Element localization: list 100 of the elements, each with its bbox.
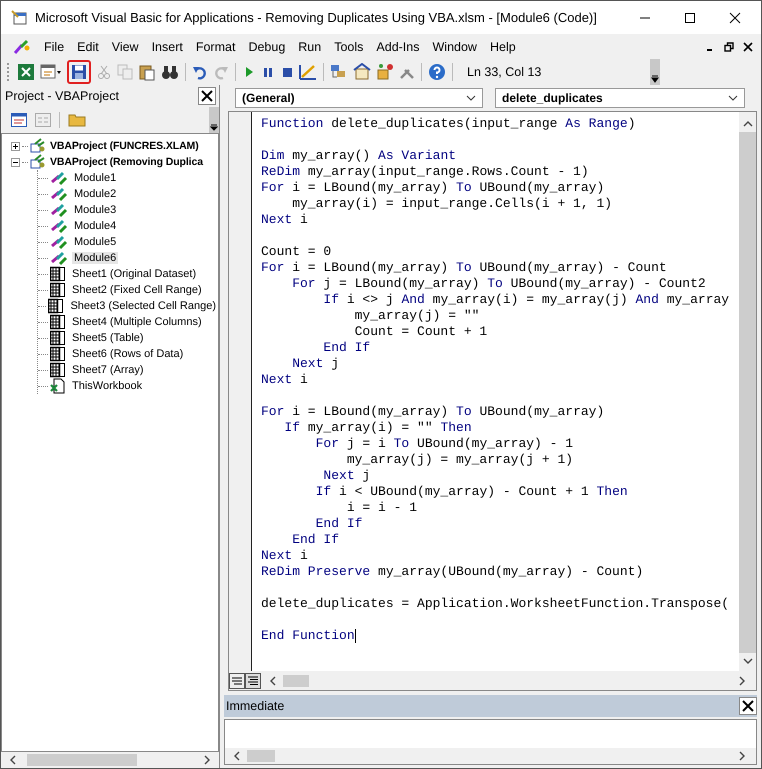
code-line: End Function <box>261 628 356 643</box>
save-button[interactable] <box>67 60 91 84</box>
dropdown-icon[interactable] <box>210 123 218 131</box>
stop-icon[interactable] <box>280 65 294 79</box>
tree-item[interactable]: VBAProject (Removing Duplica <box>48 156 203 168</box>
scroll-left-icon[interactable] <box>9 755 17 765</box>
full-module-view-icon[interactable] <box>245 672 261 688</box>
code-line: If i <> j And my_array(i) = my_array(j) And my_array <box>322 292 730 307</box>
scroll-thumb[interactable] <box>283 674 309 686</box>
pause-icon[interactable] <box>261 65 275 79</box>
code-line: Count = Count + 1 <box>354 324 488 339</box>
toolbar-options-icon[interactable] <box>650 59 660 85</box>
code-line: End If <box>291 532 340 547</box>
code-line: delete_duplicates = Application.WorksheetFunction.Transpose( <box>261 596 730 611</box>
procedure-dropdown[interactable]: delete_duplicates <box>495 88 745 108</box>
pane-title: Immediate <box>226 699 284 713</box>
tree-item[interactable]: Sheet3 (Selected Cell Range) <box>68 300 218 312</box>
scroll-up-icon[interactable] <box>742 120 752 128</box>
help-icon[interactable] <box>428 63 446 81</box>
module-icon <box>50 186 68 202</box>
code-line: End If <box>322 340 370 355</box>
tree-item[interactable]: Sheet1 (Original Dataset) <box>70 268 198 280</box>
menu-item[interactable]: View <box>112 40 139 54</box>
object-dropdown[interactable]: (General) <box>235 88 483 108</box>
app-icon <box>11 8 29 26</box>
module-icon <box>50 218 68 234</box>
properties-icon[interactable] <box>353 63 371 81</box>
tree-item[interactable]: Module2 <box>72 188 118 200</box>
scroll-right-icon[interactable] <box>203 755 211 765</box>
binoculars-icon[interactable] <box>161 63 179 81</box>
menu-item[interactable]: Debug <box>248 40 286 54</box>
menu-item[interactable]: Run <box>298 40 322 54</box>
code-line: my_array(j) = "" <box>354 308 480 323</box>
tools-icon <box>13 38 31 54</box>
code-line: Count = 0 <box>261 244 332 259</box>
dropdown-icon <box>728 95 738 101</box>
menu-item[interactable]: Format <box>196 40 236 54</box>
menu-item[interactable]: Edit <box>77 40 99 54</box>
close-icon[interactable] <box>743 42 753 52</box>
code-line: my_array(j) = my_array(j + 1) <box>346 452 574 467</box>
workbook-icon <box>50 378 66 394</box>
worksheet-icon <box>50 314 66 330</box>
immediate-input[interactable] <box>225 720 756 748</box>
maximize-icon[interactable] <box>684 12 696 24</box>
scroll-right-icon[interactable] <box>738 676 746 686</box>
menu-item[interactable]: File <box>44 40 64 54</box>
scroll-left-icon[interactable] <box>233 751 241 761</box>
dropdown-icon <box>466 95 476 101</box>
close-icon[interactable] <box>729 12 741 24</box>
code-line: Dim my_array() As Variant <box>261 148 456 163</box>
code-line: End If <box>314 516 362 531</box>
code-line: If my_array(i) = "" Then <box>283 420 472 435</box>
scroll-thumb[interactable] <box>247 750 275 762</box>
scroll-left-icon[interactable] <box>269 676 277 686</box>
tree-item[interactable]: VBAProject (FUNCRES.XLAM) <box>48 140 199 152</box>
worksheet-icon <box>50 346 66 362</box>
code-line: Next j <box>322 468 370 483</box>
window-title: Microsoft Visual Basic for Applications - Removing Duplicates Using VBA.xlsm - [Module6 (Code)] <box>35 10 598 25</box>
paste-icon[interactable] <box>138 63 156 81</box>
menu-item[interactable]: Tools <box>334 40 364 54</box>
menu-item[interactable]: Help <box>490 40 516 54</box>
menu-item[interactable]: Add-Ins <box>376 40 420 54</box>
worksheet-icon <box>48 298 64 314</box>
tree-item[interactable]: Module4 <box>72 220 118 232</box>
procedure-view-icon[interactable] <box>229 672 245 688</box>
tree-item[interactable]: Module6 <box>72 252 118 264</box>
scroll-thumb[interactable] <box>27 754 137 766</box>
module-icon <box>50 250 68 266</box>
expander-icon[interactable] <box>11 142 20 150</box>
code-line: For j = LBound(my_array) To UBound(my_array) - Count2 <box>291 276 706 291</box>
scroll-down-icon[interactable] <box>742 657 752 665</box>
scroll-right-icon[interactable] <box>738 751 746 761</box>
design-mode-icon[interactable] <box>299 63 317 81</box>
menu-item[interactable]: Window <box>432 40 477 54</box>
code-line: i = i - 1 <box>346 500 418 515</box>
tree-item[interactable]: Sheet7 (Array) <box>70 364 146 376</box>
tree-item[interactable]: Module3 <box>72 204 118 216</box>
expander-icon[interactable] <box>11 158 20 166</box>
code-line: Next i <box>261 372 308 387</box>
folder-icon[interactable] <box>68 113 86 127</box>
code-line: For i = LBound(my_array) To UBound(my_array) <box>261 180 604 195</box>
cursor-position: Ln 33, Col 13 <box>466 65 542 79</box>
close-icon[interactable] <box>739 697 757 715</box>
restore-icon[interactable] <box>724 42 734 52</box>
view-code-icon[interactable] <box>11 113 27 127</box>
object-browser-icon[interactable] <box>376 63 394 81</box>
close-icon[interactable] <box>198 87 216 105</box>
form-icon[interactable] <box>40 63 62 81</box>
tree-item[interactable]: Sheet4 (Multiple Columns) <box>70 316 204 328</box>
tree-item[interactable]: Sheet5 (Table) <box>70 332 146 344</box>
tree-item[interactable]: ThisWorkbook <box>70 380 144 392</box>
tree-item[interactable]: Sheet2 (Fixed Cell Range) <box>70 284 204 296</box>
tree-item[interactable]: Sheet6 (Rows of Data) <box>70 348 186 360</box>
code-line: Function delete_duplicates(input_range As Range) <box>261 116 636 131</box>
undo-icon[interactable] <box>192 64 208 80</box>
spreadsheet-icon[interactable] <box>17 63 35 81</box>
menu-item[interactable]: Insert <box>152 40 183 54</box>
code-line: ReDim Preserve my_array(UBound(my_array) - Count) <box>261 564 644 579</box>
tree-item[interactable]: Module5 <box>72 236 118 248</box>
tree-item[interactable]: Module1 <box>72 172 118 184</box>
